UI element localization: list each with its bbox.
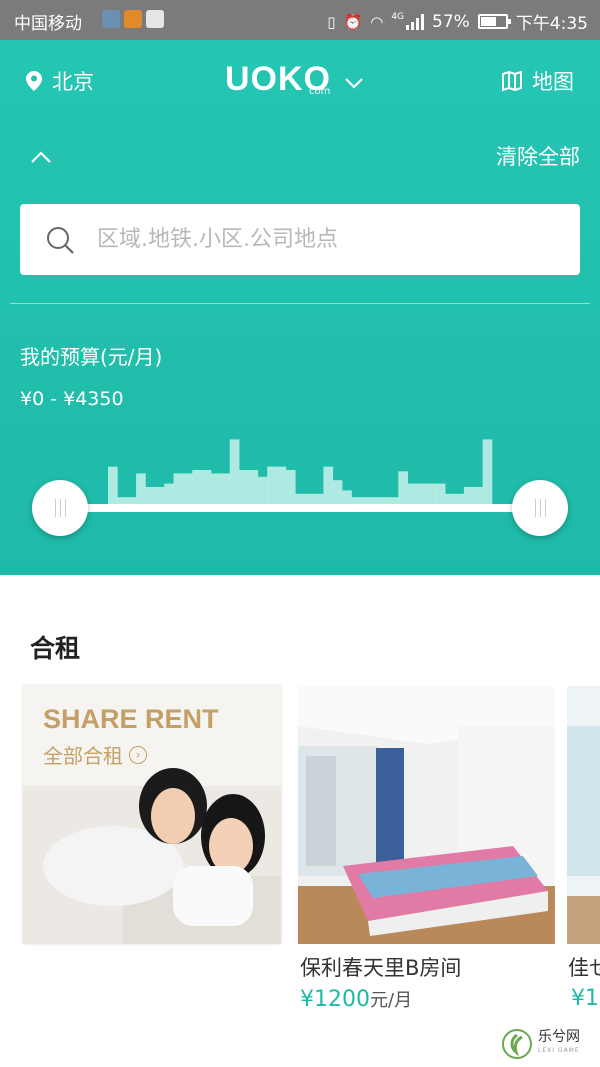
budget-slider-max-handle[interactable] <box>512 480 568 536</box>
histogram-bar <box>426 483 437 504</box>
carrier-label: 中国移动 <box>14 14 82 34</box>
budget-range: ¥0 - ¥4350 <box>20 388 124 410</box>
promo-title-cn: 全部合租 <box>43 744 123 768</box>
share-rent-card[interactable]: SHARE RENT 全部合租 › <box>23 686 281 944</box>
search-input[interactable] <box>97 227 537 252</box>
histogram-bar <box>154 487 165 504</box>
histogram-bar <box>407 483 418 504</box>
histogram-bar <box>276 466 287 504</box>
alarm-icon: ⏰ <box>343 12 363 31</box>
notification-icon <box>124 10 142 28</box>
watermark: 乐兮网 LEXI GAME <box>502 1024 598 1064</box>
clear-all-button[interactable]: 清除全部 <box>496 141 580 171</box>
histogram-bar <box>126 497 137 504</box>
room-card[interactable] <box>298 686 555 944</box>
notification-icon <box>102 10 120 28</box>
histogram-bar <box>454 493 465 504</box>
section-title: 合租 <box>30 634 81 663</box>
clock: 下午4:35 <box>515 14 588 34</box>
budget-slider-track[interactable] <box>60 504 540 512</box>
logo-sub: com <box>309 86 331 97</box>
room-name: 保利春天里B房间 <box>300 956 462 980</box>
histogram-bar <box>229 439 240 504</box>
histogram-bar <box>145 487 156 504</box>
histogram-bar <box>398 471 409 504</box>
budget-title: 我的预算(元/月) <box>20 345 163 369</box>
watermark-logo-icon <box>502 1029 532 1059</box>
histogram-bar <box>370 497 380 504</box>
city-label: 北京 <box>52 70 94 94</box>
city-selector[interactable]: 北京 <box>26 66 94 96</box>
battery-percent: 57% <box>432 11 470 32</box>
histogram-bar <box>314 493 324 504</box>
location-pin-icon <box>26 71 42 91</box>
histogram-bar <box>473 487 483 504</box>
search-bar[interactable] <box>20 204 580 275</box>
histogram-bar <box>417 483 427 504</box>
histogram-bar <box>267 466 277 504</box>
room-photo <box>298 686 555 944</box>
histogram-bar <box>182 473 193 504</box>
histogram-bar <box>379 497 390 504</box>
histogram-bar <box>304 493 315 504</box>
histogram-bar <box>342 490 352 504</box>
histogram-bar <box>285 470 296 504</box>
histogram-bar <box>388 497 399 504</box>
histogram-bar <box>220 473 231 504</box>
vibrate-icon: ▯ <box>327 12 336 31</box>
map-icon <box>502 71 522 91</box>
room-name: 佳せ <box>568 956 600 980</box>
histogram-bar <box>239 470 249 504</box>
promo-title-en: SHARE RENT <box>43 704 219 734</box>
price-histogram <box>108 439 493 504</box>
histogram-bar <box>463 487 474 504</box>
histogram-bar <box>248 470 259 504</box>
histogram-bar <box>108 466 118 504</box>
histogram-bar <box>332 480 343 504</box>
wifi-icon: ◠ <box>370 12 384 31</box>
battery-icon <box>477 14 511 29</box>
chevron-up-icon[interactable] <box>30 150 52 164</box>
histogram-bar <box>435 483 446 504</box>
divider <box>10 303 590 304</box>
histogram-bar <box>201 470 212 504</box>
budget-slider-min-handle[interactable] <box>32 480 88 536</box>
histogram-bar <box>445 493 455 504</box>
brand-logo[interactable]: UOKO com <box>225 60 364 99</box>
arrow-right-icon: › <box>129 745 147 764</box>
chevron-down-icon <box>345 78 364 89</box>
room-price: ¥1 <box>571 986 599 1011</box>
histogram-bar <box>192 470 202 504</box>
histogram-bar <box>117 497 128 504</box>
map-label: 地图 <box>532 70 574 94</box>
histogram-bar <box>323 466 334 504</box>
histogram-bar <box>211 473 221 504</box>
watermark-sub: LEXI GAME <box>538 1047 580 1054</box>
histogram-bar <box>173 473 184 504</box>
histogram-bar <box>360 497 371 504</box>
watermark-text: 乐兮网 <box>538 1029 580 1045</box>
histogram-bar <box>295 493 305 504</box>
search-icon <box>47 226 74 254</box>
network-type: 4G <box>391 11 405 22</box>
status-bar: 中国移动 ▯ ⏰ ◠ 4G 57% 下午4:35 <box>0 0 600 40</box>
room-price: ¥1200元/月 <box>300 986 412 1012</box>
histogram-bar <box>351 497 362 504</box>
room-photo <box>567 686 600 944</box>
room-card-partial[interactable] <box>567 686 600 944</box>
promo-link[interactable]: 全部合租 › <box>43 740 147 769</box>
notification-icon <box>146 10 164 28</box>
map-button[interactable]: 地图 <box>502 66 574 96</box>
histogram-bar <box>136 473 146 504</box>
histogram-bar <box>257 476 268 504</box>
room-price-unit: 元/月 <box>370 990 413 1011</box>
histogram-bar <box>482 439 493 504</box>
histogram-bar <box>164 483 174 504</box>
filter-panel: 北京 UOKO com 地图 清除全部 我的预算(元/月) ¥0 - ¥4350 <box>0 40 600 575</box>
signal-icon <box>406 13 425 30</box>
room-price-value: ¥1200 <box>300 987 370 1012</box>
